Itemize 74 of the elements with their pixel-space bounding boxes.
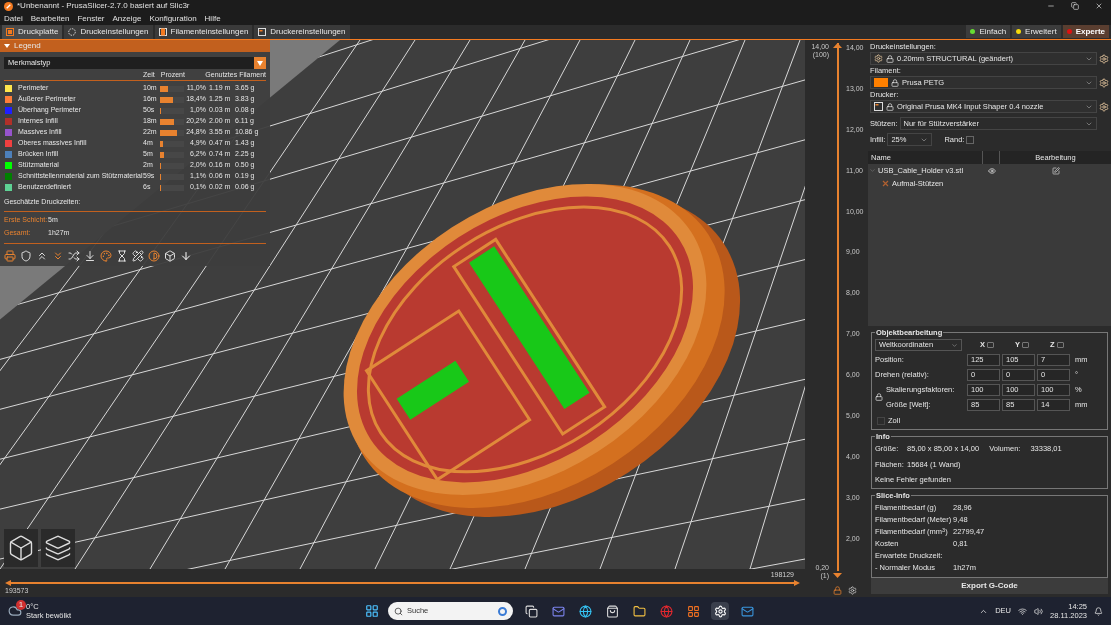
view-cube-button[interactable] [4, 529, 38, 567]
hourglass-icon[interactable] [116, 249, 128, 262]
axis-toggle-icon[interactable] [1022, 342, 1029, 348]
speaker-icon[interactable] [1034, 606, 1043, 616]
eye-icon[interactable] [987, 166, 996, 175]
notification-badge: 1 [16, 600, 26, 610]
cube-icon[interactable] [164, 249, 176, 262]
gear-icon [874, 54, 883, 63]
cloud-icon[interactable] [8, 604, 22, 618]
dropdown-arrow-icon [254, 57, 266, 69]
export-gcode-button[interactable]: Export G-Code [871, 578, 1108, 594]
edit-icon[interactable] [1051, 166, 1060, 175]
menu-item[interactable]: Konfiguration [149, 12, 197, 25]
chevrons-down-icon[interactable] [52, 249, 64, 262]
axis-toggle-icon[interactable] [987, 342, 994, 348]
slider-thumb-icon[interactable] [794, 580, 800, 586]
lock-icon[interactable] [875, 393, 883, 401]
palette-icon[interactable] [100, 249, 112, 262]
axis-toggle-icon[interactable] [1056, 342, 1064, 348]
windows-logo-icon[interactable] [365, 604, 379, 618]
shield-icon[interactable] [20, 249, 32, 262]
tab[interactable]: Filamenteinstellungen [154, 25, 253, 39]
menu-item[interactable]: Bearbeiten [30, 12, 70, 25]
menu-item[interactable]: Hilfe [204, 12, 221, 25]
wifi-icon[interactable] [1018, 606, 1027, 616]
arrow-down-icon[interactable] [180, 249, 192, 262]
settings-icon[interactable] [1099, 101, 1109, 112]
lock-icon [891, 78, 899, 87]
search-icon [394, 606, 403, 616]
settings-icon[interactable] [848, 586, 857, 595]
close-icon[interactable] [1095, 2, 1103, 10]
browser-icon[interactable] [576, 602, 594, 620]
task-view-icon[interactable] [522, 602, 540, 620]
tab[interactable]: Druckeinstellungen [64, 25, 153, 39]
slicer-app-icon[interactable] [711, 602, 729, 620]
window-icon [874, 102, 883, 111]
minimize-icon[interactable] [1047, 2, 1055, 10]
pencil-ruler-icon[interactable] [132, 249, 144, 262]
bing-icon [498, 606, 507, 616]
settings-icon[interactable] [1099, 53, 1109, 64]
chevron-down-icon [951, 341, 958, 349]
printer-icon[interactable] [4, 249, 16, 262]
menu-item[interactable]: Fenster [77, 12, 105, 25]
bell-icon[interactable] [1094, 606, 1103, 616]
vertical-slider[interactable] [833, 43, 842, 571]
settings-icon[interactable] [1099, 77, 1109, 88]
menu-item[interactable]: Anzeige [112, 12, 142, 25]
shuffle-icon[interactable] [68, 249, 80, 262]
restore-icon[interactable] [1071, 2, 1079, 10]
slider-thumb-icon[interactable] [5, 580, 11, 586]
tab[interactable]: Druckereinstellungen [254, 25, 350, 39]
slider-thumb-icon[interactable] [833, 43, 842, 48]
tab[interactable]: Druckplatte [2, 25, 63, 39]
slider-thumb-icon[interactable] [833, 573, 842, 578]
mode-button[interactable]: Einfach [966, 25, 1011, 38]
inches-checkbox[interactable] [877, 416, 885, 425]
legend-header[interactable]: Legend [0, 40, 270, 52]
contrast-icon[interactable] [148, 249, 160, 262]
lock-icon [886, 102, 894, 111]
window-title: *Unbenannt - PrusaSlicer-2.7.0 basiert auf Slic3r [17, 0, 190, 12]
plate-icon [6, 28, 14, 36]
app-logo-icon [4, 1, 13, 11]
mode-button[interactable]: Erweitert [1012, 25, 1061, 38]
mode-button[interactable]: Experte [1062, 25, 1109, 38]
lock-icon [886, 54, 894, 63]
brim-checkbox[interactable] [966, 135, 975, 144]
legend-title: Legend [14, 40, 41, 52]
arrow-down-line-icon[interactable] [84, 249, 96, 262]
globe-icon[interactable] [657, 602, 675, 620]
window-icon [258, 28, 267, 36]
layers-view-button[interactable] [41, 529, 75, 567]
menu-item[interactable]: Datei [4, 12, 23, 25]
dotted-circle-icon [68, 28, 77, 36]
lock-icon[interactable] [833, 586, 842, 595]
